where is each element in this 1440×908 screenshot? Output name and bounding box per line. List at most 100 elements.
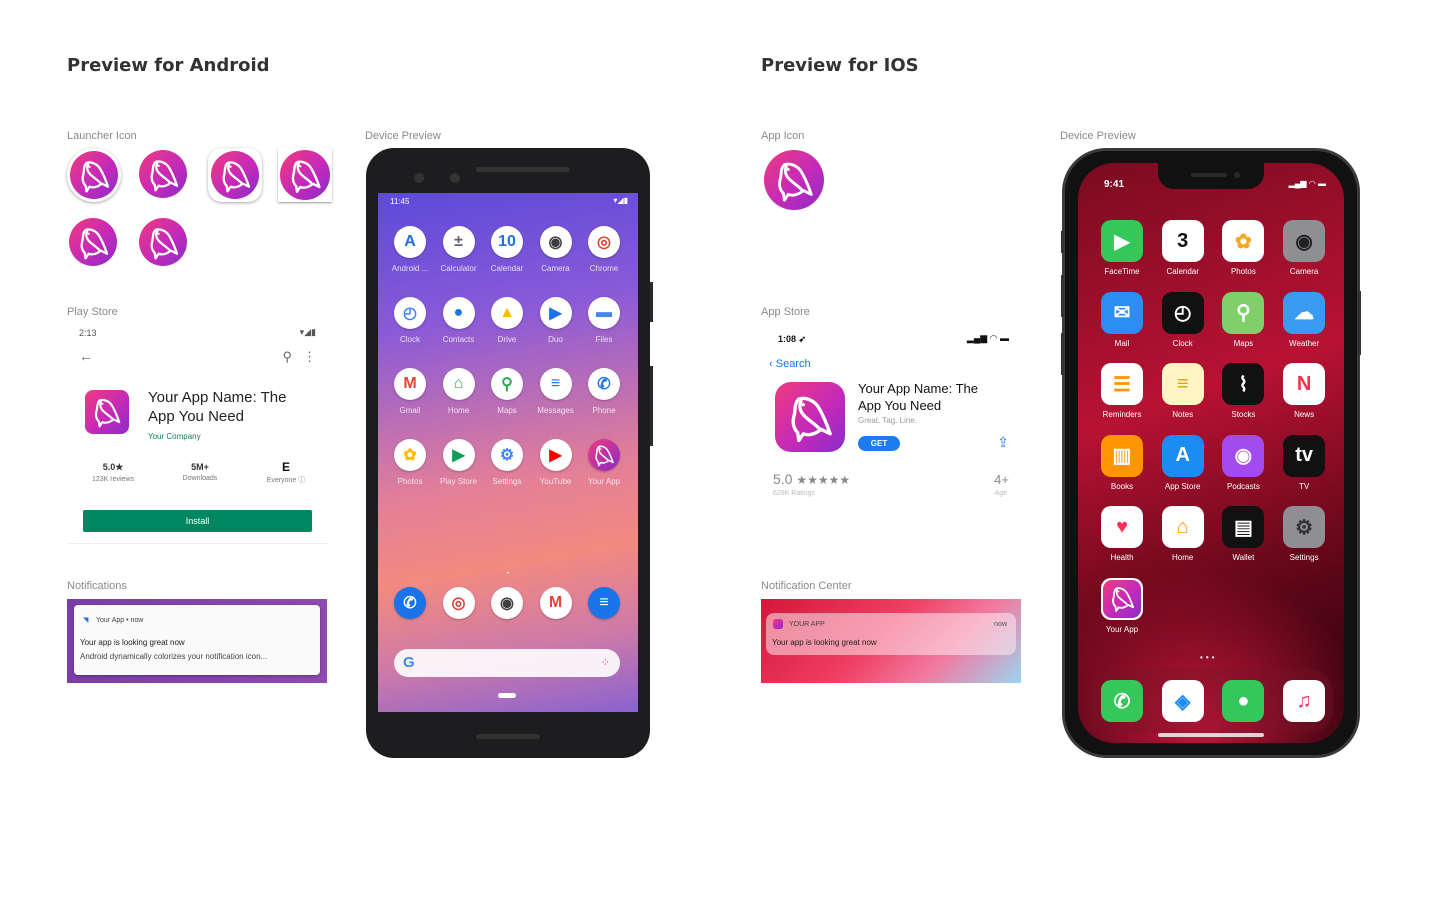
notification-small-icon: ◥ (83, 617, 89, 624)
ios-app-13[interactable]: A App Store (1154, 434, 1212, 491)
maps-icon: ⚲ (491, 368, 523, 400)
android-app-16[interactable]: ▶ Play Store (435, 439, 483, 486)
android-app-15[interactable]: ✿ Photos (386, 439, 434, 486)
ios-home-indicator[interactable] (1158, 733, 1264, 737)
more-vert-icon[interactable]: ⋮ (303, 349, 316, 365)
android-app-14[interactable]: ✆ Phone (580, 368, 628, 415)
android-app-19[interactable]: Your App (580, 439, 628, 486)
android-notification[interactable]: ◥ Your App • now Your app is looking gre… (74, 605, 320, 675)
android-app-label: Files (595, 335, 613, 344)
ios-dock-app[interactable]: ♫ (1275, 680, 1333, 722)
android-app-3[interactable]: ◉ Camera (532, 226, 580, 273)
ios-app-7[interactable]: ☁ Weather (1275, 291, 1333, 348)
android-app-9[interactable]: ▬ Files (580, 297, 628, 344)
android-app-8[interactable]: ▶ Duo (532, 297, 580, 344)
android-app-2[interactable]: 10 Calendar (483, 226, 531, 273)
settings-icon: ⚙ (1283, 506, 1326, 548)
ios-app-6[interactable]: ⚲ Maps (1214, 291, 1272, 348)
search-icon[interactable]: ⚲ (282, 349, 292, 365)
weather-icon: ☁ (1283, 291, 1326, 334)
install-button[interactable]: Install (83, 510, 312, 532)
ios-dock-app[interactable]: ◈ (1154, 680, 1212, 722)
ios-app-label: Podcasts (1226, 481, 1260, 491)
rating-sub: 123K reviews (91, 476, 135, 483)
ios-app-11[interactable]: N News (1275, 363, 1333, 419)
store-tagline: Great. Tag. Line. (858, 416, 917, 425)
gmail-icon: M (394, 368, 426, 400)
ios-dock-app[interactable]: ● (1214, 680, 1272, 722)
ios-app-2[interactable]: ✿ Photos (1214, 220, 1272, 276)
assistant-icon[interactable]: ⁘ (601, 656, 610, 669)
ios-notification[interactable]: YOUR APP now Your app is looking great n… (766, 613, 1016, 655)
ios-app-15[interactable]: tv TV (1275, 434, 1333, 491)
speaker-bottom (476, 734, 540, 739)
ios-app-16[interactable]: ♥ Health (1093, 506, 1151, 562)
store-rating: 5.0 (773, 471, 793, 487)
ios-app-19[interactable]: ⚙ Settings (1275, 506, 1333, 562)
ios-app-1[interactable]: 3 Calendar (1154, 220, 1212, 276)
ios-app-17[interactable]: ⌂ Home (1154, 506, 1212, 562)
play-company[interactable]: Your Company (148, 432, 201, 441)
launcher-icon-round (139, 218, 187, 266)
wallet-icon: ▤ (1222, 506, 1265, 548)
android-app-1[interactable]: ± Calculator (435, 226, 483, 273)
ios-app-label: Mail (1114, 338, 1130, 348)
rating-stat: 5.0★ 123K reviews (81, 462, 145, 483)
search-back-link[interactable]: ‹ Search (769, 358, 811, 370)
ios-app-8[interactable]: ☰ Reminders (1093, 363, 1151, 419)
ios-app-12[interactable]: ▥ Books (1093, 434, 1151, 491)
android-app-5[interactable]: ◴ Clock (386, 297, 434, 344)
chrome-icon: ◎ (442, 587, 475, 619)
android-dock-app[interactable]: ✆ (386, 587, 434, 619)
ios-app-3[interactable]: ◉ Camera (1275, 220, 1333, 276)
get-button[interactable]: GET (858, 436, 900, 451)
home-pill[interactable] (498, 693, 516, 698)
music-icon: ♫ (1283, 680, 1326, 722)
calculator-icon: ± (442, 226, 475, 258)
android-dock-app[interactable]: ◎ (435, 587, 483, 619)
android-app-18[interactable]: ▶ YouTube (532, 439, 580, 486)
store-ratings-count: 629K Ratings (773, 490, 816, 497)
android-app-label: Messages (537, 406, 574, 415)
android-dock-app[interactable]: M (532, 587, 580, 619)
android-app-17[interactable]: ⚙ Settings (483, 439, 531, 486)
android-app-0[interactable]: A Android ... (386, 226, 434, 273)
share-icon[interactable]: ⇪ (997, 434, 1009, 451)
reminders-icon: ☰ (1101, 363, 1143, 405)
calendar-icon: 10 (491, 226, 523, 258)
ios-app-18[interactable]: ▤ Wallet (1214, 506, 1272, 562)
podcasts-icon: ◉ (1222, 434, 1265, 477)
ios-dock-app[interactable]: ✆ (1093, 680, 1151, 722)
ios-app-14[interactable]: ◉ Podcasts (1214, 434, 1272, 491)
android-dock-app[interactable]: ◉ (483, 587, 531, 619)
ios-app-label: Calendar (1166, 267, 1199, 276)
ios-app-5[interactable]: ◴ Clock (1154, 291, 1212, 348)
ios-app-9[interactable]: ≡ Notes (1154, 363, 1212, 419)
android-app-10[interactable]: M Gmail (386, 368, 434, 415)
app-store-label: App Store (761, 306, 810, 318)
android-app-label: Phone (592, 406, 616, 415)
android-app-11[interactable]: ⌂ Home (435, 368, 483, 415)
android-app-4[interactable]: ◎ Chrome (580, 226, 628, 273)
ios-speaker (1191, 173, 1227, 177)
android-app-12[interactable]: ⚲ Maps (483, 368, 531, 415)
ios-app-10[interactable]: ⌇ Stocks (1214, 363, 1272, 419)
ios-app-20[interactable]: Your App (1093, 577, 1151, 634)
android-app-7[interactable]: ▲ Drive (483, 297, 531, 344)
page-dots[interactable]: ••• (1200, 653, 1217, 662)
google-search-bar[interactable]: G ⁘ (394, 649, 620, 677)
android-dock-app[interactable]: ≡ (580, 587, 628, 619)
phone-icon: ✆ (1101, 680, 1143, 722)
launcher-icon-circle-shadow (67, 148, 121, 202)
android-app-13[interactable]: ≡ Messages (532, 368, 580, 415)
ios-camera (1234, 172, 1240, 178)
android-app-6[interactable]: ● Contacts (435, 297, 483, 344)
ios-app-label: FaceTime (1104, 267, 1140, 276)
ios-app-0[interactable]: ▶ FaceTime (1093, 220, 1151, 276)
ios-notif-app-icon (773, 619, 783, 629)
ios-app-4[interactable]: ✉ Mail (1093, 291, 1151, 348)
messages-icon: ≡ (539, 368, 572, 400)
launcher-icon-circle (139, 150, 187, 198)
back-arrow-icon[interactable]: ← (79, 348, 93, 364)
app-drawer-handle[interactable]: ⌃ (505, 571, 511, 579)
